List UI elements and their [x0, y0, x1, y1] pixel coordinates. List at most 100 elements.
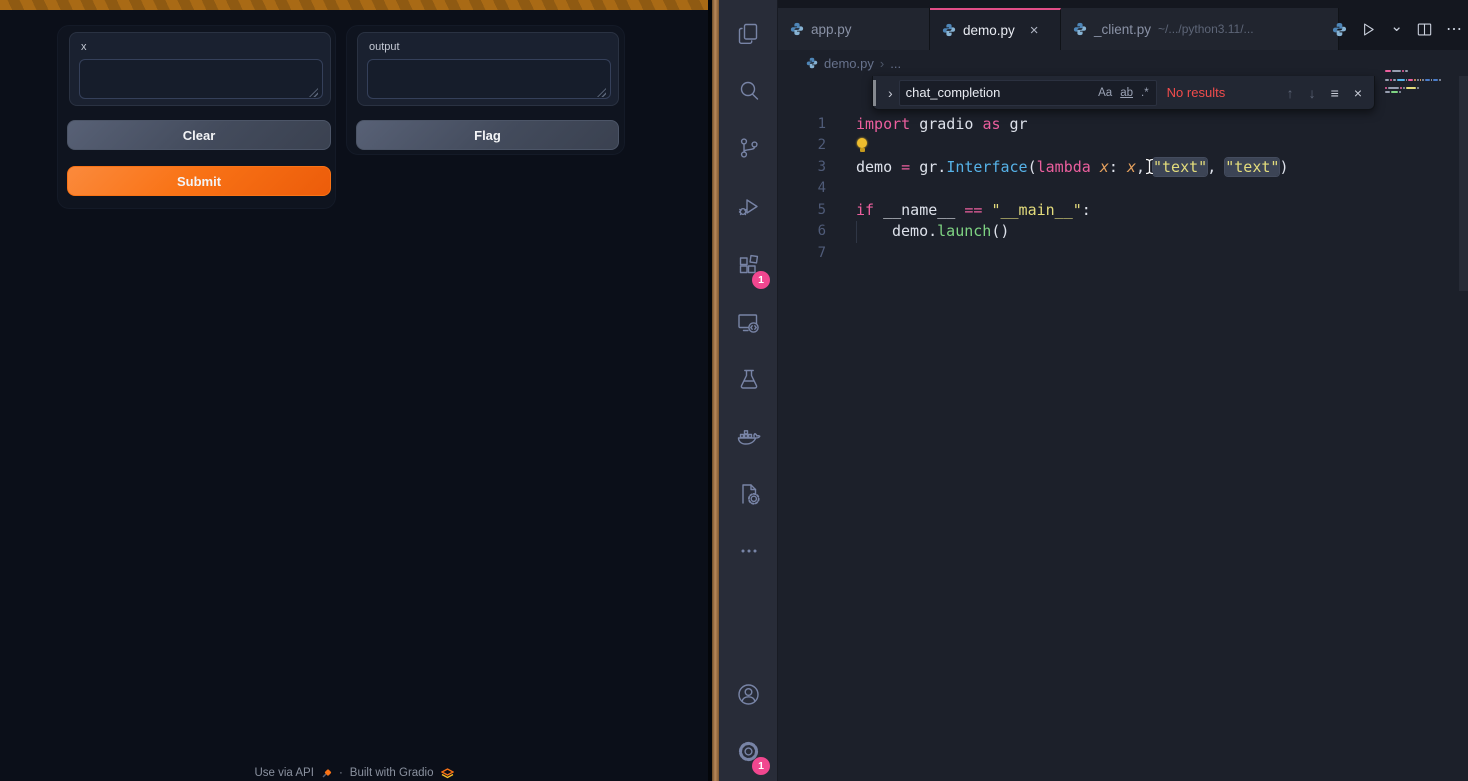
close-find-icon[interactable]: × [1354, 85, 1362, 101]
run-debug-icon [736, 194, 762, 220]
code-line-7[interactable]: 7 [778, 243, 1468, 265]
submit-button-label: Submit [177, 174, 221, 189]
find-input-box: Aa ab .* [899, 80, 1157, 106]
previous-match-icon[interactable]: ↑ [1287, 85, 1294, 101]
input-column: x Clear Submit [57, 25, 336, 209]
find-in-selection-icon[interactable]: ≡ [1331, 85, 1339, 101]
code-token: demo [856, 158, 901, 176]
regex-icon[interactable]: .* [1138, 86, 1152, 100]
settings-badge: 1 [752, 757, 770, 775]
gradio-app-pane: x Clear Submit output Flag Use via API ·… [0, 0, 708, 781]
browser-top-stripe-bar [0, 0, 708, 10]
run-dropdown-chevron-icon[interactable]: ⌄ [1390, 17, 1403, 35]
built-with-gradio-link[interactable]: Built with Gradio [350, 767, 434, 779]
window-divider[interactable] [712, 0, 719, 781]
tab-close-icon[interactable]: × [1030, 22, 1039, 39]
toggle-replace-chevron-icon[interactable]: › [882, 85, 899, 101]
breadcrumb-file[interactable]: demo.py [824, 56, 874, 71]
split-editor-icon[interactable] [1416, 21, 1433, 38]
line-number: 5 [778, 200, 826, 222]
code-token: as [982, 115, 1000, 133]
input-textarea[interactable] [79, 59, 323, 99]
python-icon [1073, 22, 1087, 36]
breadcrumb-separator-icon: › [880, 56, 884, 71]
files-icon [736, 21, 762, 47]
tab-demo-py[interactable]: demo.py × [930, 8, 1061, 50]
run-file-icon[interactable] [1360, 21, 1377, 38]
submit-button[interactable]: Submit [67, 166, 331, 196]
sidebar-item-search[interactable] [719, 65, 778, 117]
minimap-line [1385, 87, 1441, 89]
account-button[interactable] [719, 668, 778, 720]
find-widget: › Aa ab .* No results ↑ ↓ ≡ × [872, 76, 1375, 110]
account-icon [735, 681, 762, 708]
code-token: = [901, 158, 910, 176]
code-line-5[interactable]: 5if __name__ == "__main__": [778, 200, 1468, 222]
code-token: () [991, 222, 1009, 240]
code-token: "__main__" [991, 201, 1081, 219]
whole-word-icon[interactable]: ab [1117, 86, 1136, 100]
sidebar-item-docker[interactable] [719, 411, 778, 463]
match-case-icon[interactable]: Aa [1095, 86, 1115, 100]
breadcrumb-symbol[interactable]: ... [890, 56, 901, 71]
sidebar-item-cmake-tools[interactable] [719, 468, 778, 520]
minimap-line [1385, 91, 1441, 93]
code-line-1[interactable]: 1import gradio as gr [778, 114, 1468, 136]
tab-client-py[interactable]: _client.py ~/.../python3.11/... [1061, 8, 1339, 50]
code-token: gr. [910, 158, 946, 176]
use-via-api-link[interactable]: Use via API [254, 767, 313, 779]
next-match-icon[interactable]: ↓ [1309, 85, 1316, 101]
editor-scrollbar[interactable] [1459, 76, 1468, 291]
python-icon [1332, 22, 1347, 37]
code-token: ) [1279, 158, 1288, 176]
minimap-line [1385, 70, 1441, 72]
code-token: : [1082, 201, 1091, 219]
line-number: 7 [778, 243, 826, 265]
input-block: x [69, 32, 331, 106]
code-token: ( [1028, 158, 1037, 176]
code-token: __name__ [874, 201, 964, 219]
find-widget-sash[interactable] [873, 80, 876, 106]
clear-button[interactable]: Clear [67, 120, 331, 150]
code-token: : [1109, 158, 1127, 176]
code-token: == [964, 201, 982, 219]
code-line-6[interactable]: 6demo.launch() [778, 221, 1468, 243]
sidebar-item-explorer[interactable] [719, 8, 778, 60]
code-token: "text" [1153, 158, 1207, 176]
code-line-4[interactable]: 4 [778, 178, 1468, 200]
remote-explorer-icon [735, 309, 762, 336]
code-token: import [856, 115, 910, 133]
sidebar-item-extensions[interactable]: 1 [719, 239, 778, 291]
more-actions-icon[interactable]: ⋯ [1446, 19, 1462, 39]
gradio-footer: Use via API · Built with Gradio [0, 767, 708, 781]
quick-fix-lightbulb-icon [856, 138, 869, 152]
sidebar-item-testing[interactable] [719, 353, 778, 405]
code-token: gradio [910, 115, 982, 133]
docker-whale-icon [735, 423, 763, 451]
code-token: demo. [892, 222, 937, 240]
sidebar-item-remote-explorer[interactable] [719, 296, 778, 348]
find-input[interactable] [906, 85, 1093, 100]
output-textarea[interactable] [367, 59, 611, 99]
sidebar-item-run-debug[interactable] [719, 181, 778, 233]
sidebar-item-source-control[interactable] [719, 122, 778, 174]
sidebar-item-more-views[interactable] [719, 525, 778, 577]
code-token: "text" [1225, 158, 1279, 176]
code-line-3[interactable]: 3demo = gr.Interface(lambda x: x,"text",… [778, 157, 1468, 179]
output-block: output [357, 32, 619, 106]
find-nav: ↑ ↓ ≡ × [1287, 85, 1374, 101]
code-token: , [1207, 158, 1225, 176]
minimap[interactable] [1385, 70, 1441, 100]
vscode-activity-bar: 1 1 [719, 0, 778, 781]
code-line-2[interactable]: 2 [778, 135, 1468, 157]
line-number: 2 [778, 135, 826, 157]
breadcrumb[interactable]: demo.py › ... [778, 50, 1468, 76]
flag-button[interactable]: Flag [356, 120, 619, 150]
code-editor[interactable]: 1import gradio as gr23demo = gr.Interfac… [778, 76, 1468, 781]
settings-gear-button[interactable]: 1 [719, 725, 778, 777]
output-label: output [369, 41, 400, 53]
minimap-line [1385, 74, 1441, 76]
tab-app-py[interactable]: app.py [778, 8, 930, 50]
output-column: output Flag [346, 25, 625, 155]
code-token [856, 221, 892, 243]
